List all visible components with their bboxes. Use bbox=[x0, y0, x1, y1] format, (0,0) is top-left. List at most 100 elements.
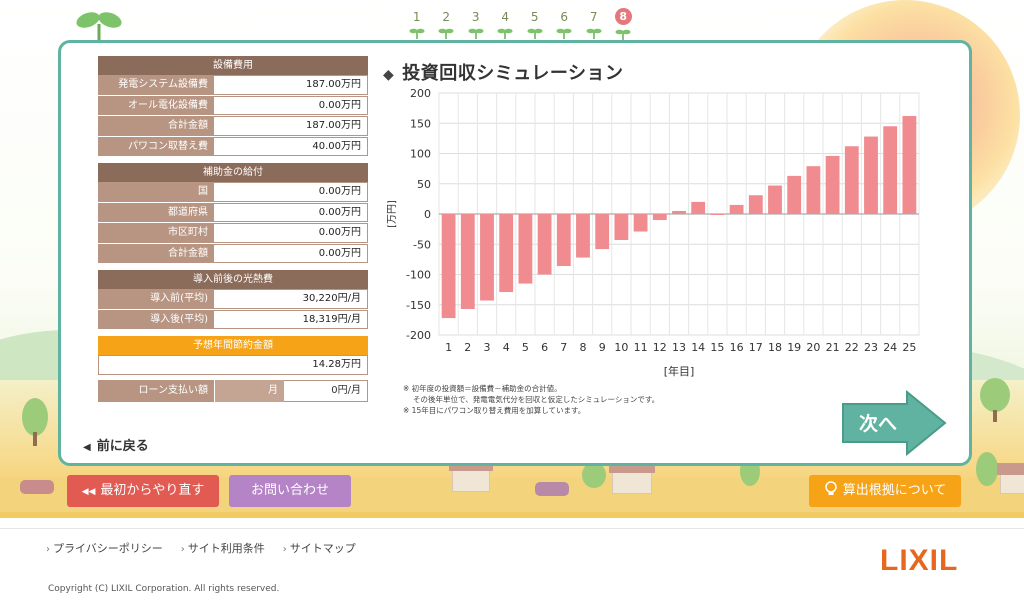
sprout-icon bbox=[76, 12, 122, 40]
sprout-icon bbox=[409, 28, 425, 39]
chart-bar bbox=[595, 214, 610, 250]
simulation-panel: 設備費用 発電システム設備費 187.00万円 オール電化設備費 0.00万円 合計… bbox=[58, 40, 972, 466]
y-tick-label: 100 bbox=[410, 148, 431, 161]
restart-button[interactable]: ◀◀ 最初からやり直す bbox=[67, 475, 219, 507]
calculation-basis-button[interactable]: 算出根拠について bbox=[809, 475, 961, 507]
next-button[interactable]: 次へ bbox=[839, 389, 949, 457]
row-label: 発電システム設備費 bbox=[98, 75, 214, 95]
chart-bar bbox=[441, 214, 456, 319]
note-line: ※ 15年目にパワコン取り替え費用を加算しています。 bbox=[403, 406, 586, 415]
copyright-text: Copyright (C) LIXIL Corporation. All rig… bbox=[48, 584, 280, 594]
row-label: オール電化設備費 bbox=[98, 95, 214, 115]
step-4: 4 bbox=[491, 10, 521, 42]
row-label: 合計金額 bbox=[98, 116, 214, 136]
sitemap-link[interactable]: › サイトマップ bbox=[283, 540, 356, 556]
terms-of-use-link[interactable]: › サイト利用条件 bbox=[181, 540, 265, 556]
sprout-icon bbox=[438, 28, 454, 39]
tree-trunk-decoration bbox=[33, 432, 37, 446]
table-row: 14.28万円 bbox=[98, 355, 368, 376]
tree-decoration bbox=[22, 398, 48, 436]
note-line: その後年単位で、発電電気代分を回収と仮定したシミュレーションです。 bbox=[413, 395, 660, 404]
row-value: 18,319円/月 bbox=[214, 309, 368, 329]
chart-bar bbox=[748, 195, 763, 214]
x-tick-label: 25 bbox=[902, 341, 916, 354]
link-label: サイト利用条件 bbox=[187, 542, 265, 555]
row-value: 0.00万円 bbox=[214, 243, 368, 263]
chart-bar bbox=[883, 126, 898, 214]
row-label: 合計金額 bbox=[98, 243, 214, 263]
table-row: パワコン取替え費 40.00万円 bbox=[98, 136, 368, 157]
sprout-icon bbox=[615, 29, 631, 40]
y-tick-label: 50 bbox=[417, 178, 431, 191]
tree-decoration bbox=[980, 378, 1010, 412]
calculation-basis-label: 算出根拠について bbox=[842, 483, 947, 498]
y-tick-label: -50 bbox=[413, 238, 431, 251]
row-value: 30,220円/月 bbox=[214, 289, 368, 309]
step-5: 5 bbox=[520, 10, 550, 42]
sprout-icon bbox=[527, 28, 543, 39]
loan-unit: 月 bbox=[214, 380, 284, 402]
chart-bar bbox=[518, 214, 533, 284]
subsidy-header: 補助金の給付 bbox=[98, 163, 368, 182]
chevron-right-icon: › bbox=[282, 544, 287, 555]
x-tick-label: 19 bbox=[787, 341, 801, 354]
step-7: 7 bbox=[579, 10, 609, 42]
table-row: 導入後(平均) 18,319円/月 bbox=[98, 309, 368, 330]
privacy-policy-link[interactable]: › プライバシーポリシー bbox=[46, 540, 163, 556]
utility-cost-table: 導入前後の光熱費 導入前(平均) 30,220円/月 導入後(平均) 18,319円… bbox=[98, 270, 368, 330]
loan-table: ローン支払い額 月 0円/月 bbox=[98, 380, 368, 402]
diamond-icon: ◆ bbox=[383, 67, 395, 83]
x-tick-label: 9 bbox=[599, 341, 606, 354]
x-tick-label: 13 bbox=[672, 341, 686, 354]
row-label: 都道府県 bbox=[98, 202, 214, 222]
back-link[interactable]: ◀ 前に戻る bbox=[83, 435, 149, 454]
chart-bar bbox=[480, 214, 494, 301]
x-tick-label: 16 bbox=[730, 341, 744, 354]
x-tick-label: 7 bbox=[560, 341, 567, 354]
step-number: 8 bbox=[614, 8, 632, 25]
footer-divider bbox=[0, 528, 1024, 529]
step-6: 6 bbox=[550, 10, 580, 42]
annual-savings-value: 14.28万円 bbox=[98, 355, 368, 375]
x-axis-label: [年目] bbox=[664, 364, 695, 378]
y-tick-label: 0 bbox=[424, 208, 431, 221]
row-value: 0.00万円 bbox=[214, 95, 368, 115]
chart-bar bbox=[633, 214, 648, 232]
contact-button[interactable]: お問い合わせ bbox=[229, 475, 351, 507]
x-tick-label: 5 bbox=[522, 341, 529, 354]
loan-label: ローン支払い額 bbox=[98, 380, 214, 402]
chart-bar bbox=[806, 166, 821, 214]
chart-bar bbox=[556, 214, 571, 267]
table-row: 導入前(平均) 30,220円/月 bbox=[98, 289, 368, 310]
x-tick-label: 6 bbox=[541, 341, 548, 354]
sprout-icon bbox=[468, 28, 484, 39]
row-value: 187.00万円 bbox=[214, 75, 368, 95]
x-tick-label: 3 bbox=[484, 341, 491, 354]
lixil-logo[interactable]: LIXIL bbox=[880, 544, 958, 578]
step-number: 4 bbox=[501, 10, 510, 24]
row-label: 市区町村 bbox=[98, 223, 214, 243]
house-decoration bbox=[449, 459, 493, 492]
table-row: 合計金額 187.00万円 bbox=[98, 116, 368, 137]
car-decoration bbox=[20, 480, 54, 494]
chart-bar bbox=[825, 155, 840, 214]
table-row: 市区町村 0.00万円 bbox=[98, 223, 368, 244]
x-tick-label: 21 bbox=[826, 341, 840, 354]
tree-decoration bbox=[976, 452, 998, 486]
chart-bar bbox=[710, 214, 725, 215]
row-value: 0.00万円 bbox=[214, 182, 368, 202]
table-row: 都道府県 0.00万円 bbox=[98, 202, 368, 223]
step-number: 1 bbox=[412, 10, 421, 24]
chart-bar bbox=[729, 204, 744, 214]
sprout-icon bbox=[497, 28, 513, 39]
table-row: オール電化設備費 0.00万円 bbox=[98, 95, 368, 116]
chart-bar bbox=[672, 210, 686, 214]
chart-title-text: 投資回収シミュレーション bbox=[402, 63, 624, 84]
back-link-label: 前に戻る bbox=[96, 439, 149, 454]
chart-title: ◆ 投資回収シミュレーション bbox=[383, 59, 624, 85]
subsidy-table: 補助金の給付 国 0.00万円 都道府県 0.00万円 市区町村 0.00万円 合計金… bbox=[98, 163, 368, 264]
x-tick-label: 24 bbox=[883, 341, 897, 354]
annual-savings-header: 予想年間節約金額 bbox=[98, 336, 368, 355]
equipment-cost-header: 設備費用 bbox=[98, 56, 368, 75]
x-tick-label: 1 bbox=[445, 341, 452, 354]
